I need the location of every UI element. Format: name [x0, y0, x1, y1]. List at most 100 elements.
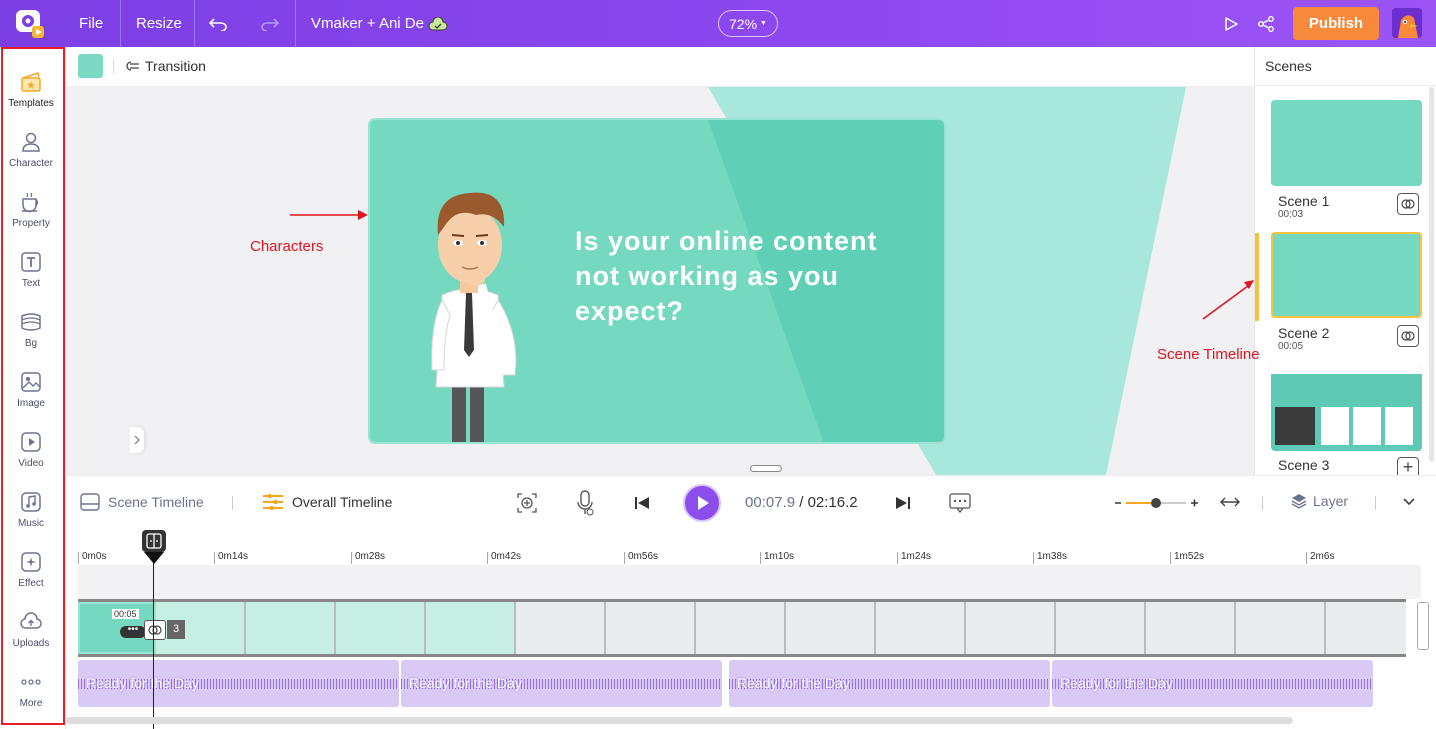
scene-clip[interactable] [606, 602, 696, 654]
zoom-fit-icon[interactable] [517, 493, 537, 513]
scene-name: Scene 3 [1278, 457, 1330, 473]
avatar[interactable] [1392, 8, 1422, 38]
zoom-select[interactable]: 72% ▼ [718, 10, 778, 37]
timeline-zoom-slider[interactable] [1114, 493, 1200, 513]
thumbnail-image [1275, 407, 1315, 445]
more-button[interactable]: More [0, 671, 62, 729]
character-button[interactable]: Character [0, 131, 62, 189]
scene-clip[interactable] [786, 602, 876, 654]
thumbnail-card [1353, 407, 1381, 445]
property-button[interactable]: Property [0, 191, 62, 249]
scenes-panel: Scenes Scene 1 00:03 Scene 2 00:05 Scene… [1254, 47, 1436, 475]
background-color-swatch[interactable] [78, 54, 103, 78]
scene-clip[interactable] [1236, 602, 1326, 654]
scene-clip[interactable] [516, 602, 606, 654]
layer-button[interactable]: Layer [1291, 493, 1348, 509]
overall-timeline-tab[interactable]: Overall Timeline [262, 493, 392, 511]
scenes-scrollbar[interactable] [1429, 87, 1434, 462]
publish-button[interactable]: Publish [1293, 7, 1379, 40]
video-button[interactable]: Video [0, 431, 62, 489]
templates-button[interactable]: Templates [0, 71, 62, 129]
effect-button[interactable]: Effect [0, 551, 62, 609]
text-button[interactable]: Text [0, 251, 62, 309]
annotation-scene-timeline: Scene Timeline [1157, 346, 1260, 363]
scene-clip[interactable] [876, 602, 966, 654]
image-label: Image [17, 398, 45, 409]
transition-button[interactable]: Transition [124, 58, 206, 74]
divider [120, 0, 121, 47]
ruler-tick: 0m42s [487, 552, 521, 564]
play-button[interactable] [683, 484, 721, 522]
scenes-title: Scenes [1265, 58, 1312, 74]
image-button[interactable]: Image [0, 371, 62, 429]
chevron-down-icon: ▼ [760, 20, 767, 27]
scene-clip[interactable] [246, 602, 336, 654]
scene-thumbnail-1[interactable] [1271, 100, 1422, 186]
scene-clip[interactable] [966, 602, 1056, 654]
scene-clip[interactable] [336, 602, 426, 654]
ruler-tick: 1m24s [897, 552, 931, 564]
audio-clip-label: Ready for the Day [86, 675, 199, 691]
scene-transition-icon[interactable] [1397, 325, 1419, 347]
track-end-handle[interactable] [1417, 602, 1429, 650]
scene-clip[interactable] [1326, 602, 1406, 654]
scene-thumbnail-3[interactable] [1271, 365, 1422, 451]
undo-icon[interactable] [209, 0, 227, 47]
property-icon [22, 192, 39, 213]
music-icon [21, 492, 41, 512]
more-options-icon[interactable]: ••• [120, 625, 146, 638]
canvas-resize-handle[interactable] [750, 465, 782, 472]
subtitle-icon[interactable] [949, 492, 971, 514]
scene-canvas[interactable]: Is your online content not working as yo… [368, 118, 946, 444]
scene-name: Scene 2 [1278, 325, 1330, 341]
expand-horizontal-icon[interactable] [1220, 495, 1240, 509]
video-track[interactable]: 00:05 ••• 3 [78, 599, 1406, 657]
scene-clip[interactable] [1146, 602, 1236, 654]
project-name[interactable]: Vmaker + Ani De [311, 0, 424, 47]
music-button[interactable]: Music [0, 491, 62, 549]
divider [113, 59, 114, 74]
ruler-tick: 1m10s [760, 552, 794, 564]
collapse-timeline-icon[interactable] [1402, 497, 1416, 507]
app-logo[interactable] [12, 6, 48, 40]
scene-thumbnail-2[interactable] [1271, 232, 1422, 318]
canvas-area: Is your online content not working as yo… [66, 87, 1254, 475]
left-tool-panel: Templates Character Property Text Bg Ima… [0, 47, 66, 729]
add-scene-icon[interactable]: + [1397, 457, 1419, 475]
effect-icon [21, 552, 41, 572]
share-icon[interactable] [1257, 0, 1275, 47]
scene-clip[interactable] [426, 602, 516, 654]
scene-transition-icon[interactable] [1397, 193, 1419, 215]
panel-collapse-toggle[interactable] [130, 427, 144, 453]
timeline-horizontal-scrollbar[interactable] [66, 717, 1293, 724]
video-label: Video [18, 458, 44, 469]
transition-icon[interactable] [144, 620, 166, 640]
uploads-button[interactable]: Uploads [0, 611, 62, 669]
clip-duration: 00:05 [112, 609, 139, 619]
character-figure[interactable] [420, 175, 530, 444]
current-time: 00:07.9 [745, 494, 796, 511]
play-preview-icon[interactable] [1223, 0, 1239, 47]
text-label: Text [21, 278, 41, 289]
scene-clip[interactable] [1056, 602, 1146, 654]
skip-back-icon[interactable] [634, 495, 650, 511]
audio-clip[interactable]: Ready for the Day [1052, 660, 1373, 707]
bg-button[interactable]: Bg [0, 311, 62, 369]
playhead-handle[interactable] [142, 530, 166, 552]
audio-clip[interactable]: Ready for the Day [729, 660, 1050, 707]
resize-menu[interactable]: Resize [136, 0, 182, 47]
scene-timeline-tab[interactable]: Scene Timeline [80, 493, 204, 511]
scene-headline[interactable]: Is your online content not working as yo… [575, 224, 915, 329]
microphone-icon[interactable] [576, 490, 594, 516]
skip-forward-icon[interactable] [895, 495, 911, 511]
timeline-ruler[interactable]: 0m0s 0m14s 0m28s 0m42s 0m56s 1m10s 1m24s… [66, 530, 1436, 565]
scene-clip[interactable] [696, 602, 786, 654]
divider [295, 0, 296, 47]
audio-clip[interactable]: Ready for the Day [78, 660, 399, 707]
file-menu[interactable]: File [79, 0, 103, 47]
audio-clip[interactable]: Ready for the Day [401, 660, 722, 707]
redo-icon[interactable] [261, 0, 279, 47]
divider [1375, 496, 1376, 510]
property-label: Property [12, 218, 50, 229]
ruler-tick: 1m38s [1033, 552, 1067, 564]
